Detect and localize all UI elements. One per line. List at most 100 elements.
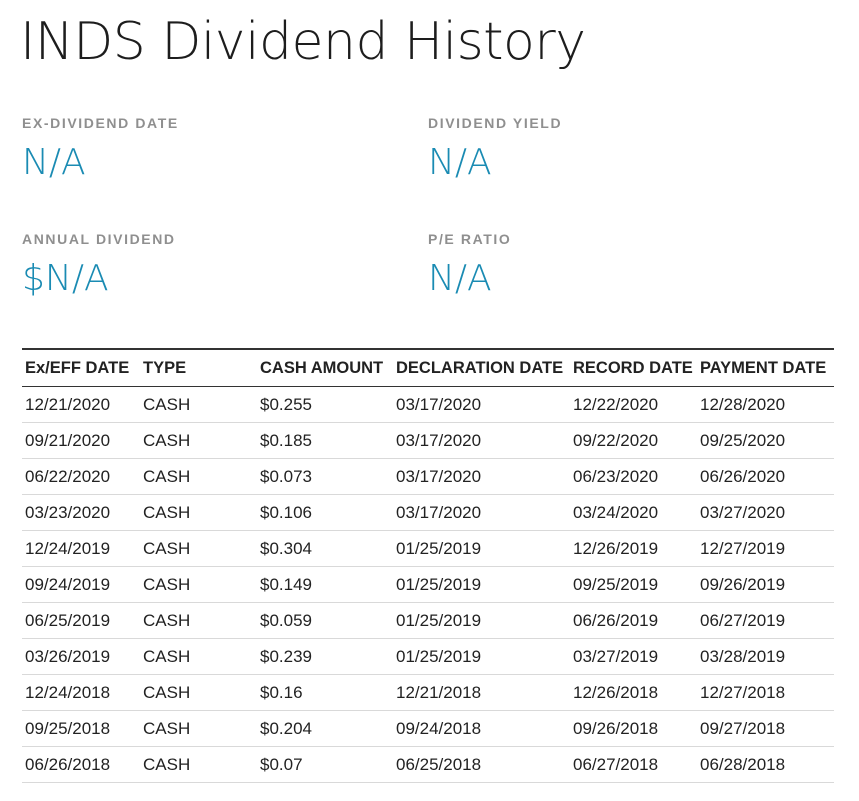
record-date-cell: 12/22/2020 [570, 386, 697, 423]
record-date-cell: 06/27/2018 [570, 746, 697, 783]
ex-eff-date-cell: 12/24/2019 [22, 530, 140, 567]
cash-amount-cell: $0.059 [257, 602, 393, 639]
ex-eff-date-cell: 12/24/2018 [22, 674, 140, 711]
cash-amount-cell: $0.204 [257, 710, 393, 747]
table-row: 12/24/2019 CASH $0.304 01/25/2019 12/26/2019… [22, 530, 834, 567]
dividend-yield-value: N/A [428, 142, 492, 183]
type-cell: CASH [140, 386, 257, 423]
column-header-declaration-date[interactable]: DECLARATION DATE [393, 349, 570, 387]
pe-ratio-value: N/A [428, 258, 492, 299]
ex-eff-date-cell: 06/26/2018 [22, 746, 140, 783]
type-cell: CASH [140, 638, 257, 675]
cash-amount-cell: $0.07 [257, 746, 393, 783]
type-cell: CASH [140, 602, 257, 639]
payment-date-cell: 06/26/2020 [697, 458, 834, 495]
column-header-type[interactable]: TYPE [140, 349, 257, 387]
column-header-payment-date[interactable]: PAYMENT DATE [697, 349, 834, 387]
table-row: 09/21/2020 CASH $0.185 03/17/2020 09/22/2020… [22, 422, 834, 459]
cash-amount-cell: $0.255 [257, 386, 393, 423]
payment-date-cell: 09/25/2020 [697, 422, 834, 459]
record-date-cell: 12/26/2018 [570, 674, 697, 711]
payment-date-cell: 09/27/2018 [697, 710, 834, 747]
annual-dividend-value: $N/A [22, 258, 109, 299]
type-cell: CASH [140, 422, 257, 459]
column-header-cash-amount[interactable]: CASH AMOUNT [257, 349, 393, 387]
table-row: 06/26/2018 CASH $0.07 06/25/2018 06/27/2018 0… [22, 746, 834, 783]
declaration-date-cell: 06/25/2018 [393, 746, 570, 783]
table-header-row: Ex/EFF DATE TYPE CASH AMOUNT DECLARATION… [22, 349, 834, 387]
table-row: 09/25/2018 CASH $0.204 09/24/2018 09/26/2018… [22, 710, 834, 747]
dividend-yield-label: DIVIDEND YIELD [428, 115, 563, 131]
declaration-date-cell: 03/17/2020 [393, 458, 570, 495]
column-header-ex-eff-date[interactable]: Ex/EFF DATE [22, 349, 140, 387]
cash-amount-cell: $0.16 [257, 674, 393, 711]
cash-amount-cell: $0.073 [257, 458, 393, 495]
type-cell: CASH [140, 494, 257, 531]
declaration-date-cell: 01/25/2019 [393, 638, 570, 675]
ex-eff-date-cell: 06/22/2020 [22, 458, 140, 495]
dividend-yield-stat: DIVIDEND YIELD N/A [428, 114, 808, 186]
type-cell: CASH [140, 746, 257, 783]
declaration-date-cell: 01/25/2019 [393, 530, 570, 567]
table-row: 12/24/2018 CASH $0.16 12/21/2018 12/26/2018 1… [22, 674, 834, 711]
ex-eff-date-cell: 09/25/2018 [22, 710, 140, 747]
annual-dividend-label: ANNUAL DIVIDEND [22, 231, 176, 247]
cash-amount-cell: $0.185 [257, 422, 393, 459]
ex-eff-date-cell: 03/23/2020 [22, 494, 140, 531]
table-row: 06/25/2019 CASH $0.059 01/25/2019 06/26/2019… [22, 602, 834, 639]
payment-date-cell: 09/26/2019 [697, 566, 834, 603]
column-header-record-date[interactable]: RECORD DATE [570, 349, 697, 387]
record-date-cell: 09/22/2020 [570, 422, 697, 459]
type-cell: CASH [140, 674, 257, 711]
ex-dividend-date-label: EX-DIVIDEND DATE [22, 115, 179, 131]
declaration-date-cell: 01/25/2019 [393, 602, 570, 639]
dividend-history-table: Ex/EFF DATE TYPE CASH AMOUNT DECLARATION… [22, 348, 834, 783]
payment-date-cell: 03/27/2020 [697, 494, 834, 531]
payment-date-cell: 03/28/2019 [697, 638, 834, 675]
pe-ratio-label: P/E RATIO [428, 231, 512, 247]
ex-eff-date-cell: 09/24/2019 [22, 566, 140, 603]
ex-dividend-date-value: N/A [22, 142, 86, 183]
cash-amount-cell: $0.106 [257, 494, 393, 531]
record-date-cell: 03/27/2019 [570, 638, 697, 675]
page-title: INDS Dividend History [20, 12, 586, 72]
payment-date-cell: 06/28/2018 [697, 746, 834, 783]
declaration-date-cell: 03/17/2020 [393, 386, 570, 423]
record-date-cell: 06/26/2019 [570, 602, 697, 639]
record-date-cell: 06/23/2020 [570, 458, 697, 495]
payment-date-cell: 12/27/2019 [697, 530, 834, 567]
ex-dividend-date-stat: EX-DIVIDEND DATE N/A [22, 114, 402, 186]
table-row: 03/26/2019 CASH $0.239 01/25/2019 03/27/2019… [22, 638, 834, 675]
ex-eff-date-cell: 06/25/2019 [22, 602, 140, 639]
declaration-date-cell: 03/17/2020 [393, 422, 570, 459]
record-date-cell: 12/26/2019 [570, 530, 697, 567]
dividend-history-table-container: Ex/EFF DATE TYPE CASH AMOUNT DECLARATION… [22, 348, 834, 783]
pe-ratio-stat: P/E RATIO N/A [428, 230, 808, 302]
declaration-date-cell: 09/24/2018 [393, 710, 570, 747]
payment-date-cell: 12/27/2018 [697, 674, 834, 711]
ex-eff-date-cell: 03/26/2019 [22, 638, 140, 675]
declaration-date-cell: 12/21/2018 [393, 674, 570, 711]
cash-amount-cell: $0.239 [257, 638, 393, 675]
cash-amount-cell: $0.304 [257, 530, 393, 567]
declaration-date-cell: 03/17/2020 [393, 494, 570, 531]
table-row: 06/22/2020 CASH $0.073 03/17/2020 06/23/2020… [22, 458, 834, 495]
table-body: 12/21/2020 CASH $0.255 03/17/2020 12/22/2020… [22, 386, 834, 783]
table-row: 03/23/2020 CASH $0.106 03/17/2020 03/24/2020… [22, 494, 834, 531]
type-cell: CASH [140, 710, 257, 747]
payment-date-cell: 12/28/2020 [697, 386, 834, 423]
type-cell: CASH [140, 566, 257, 603]
type-cell: CASH [140, 530, 257, 567]
table-row: 12/21/2020 CASH $0.255 03/17/2020 12/22/2020… [22, 386, 834, 423]
type-cell: CASH [140, 458, 257, 495]
record-date-cell: 03/24/2020 [570, 494, 697, 531]
payment-date-cell: 06/27/2019 [697, 602, 834, 639]
ex-eff-date-cell: 12/21/2020 [22, 386, 140, 423]
record-date-cell: 09/25/2019 [570, 566, 697, 603]
declaration-date-cell: 01/25/2019 [393, 566, 570, 603]
cash-amount-cell: $0.149 [257, 566, 393, 603]
table-row: 09/24/2019 CASH $0.149 01/25/2019 09/25/2019… [22, 566, 834, 603]
ex-eff-date-cell: 09/21/2020 [22, 422, 140, 459]
record-date-cell: 09/26/2018 [570, 710, 697, 747]
annual-dividend-stat: ANNUAL DIVIDEND $N/A [22, 230, 402, 302]
